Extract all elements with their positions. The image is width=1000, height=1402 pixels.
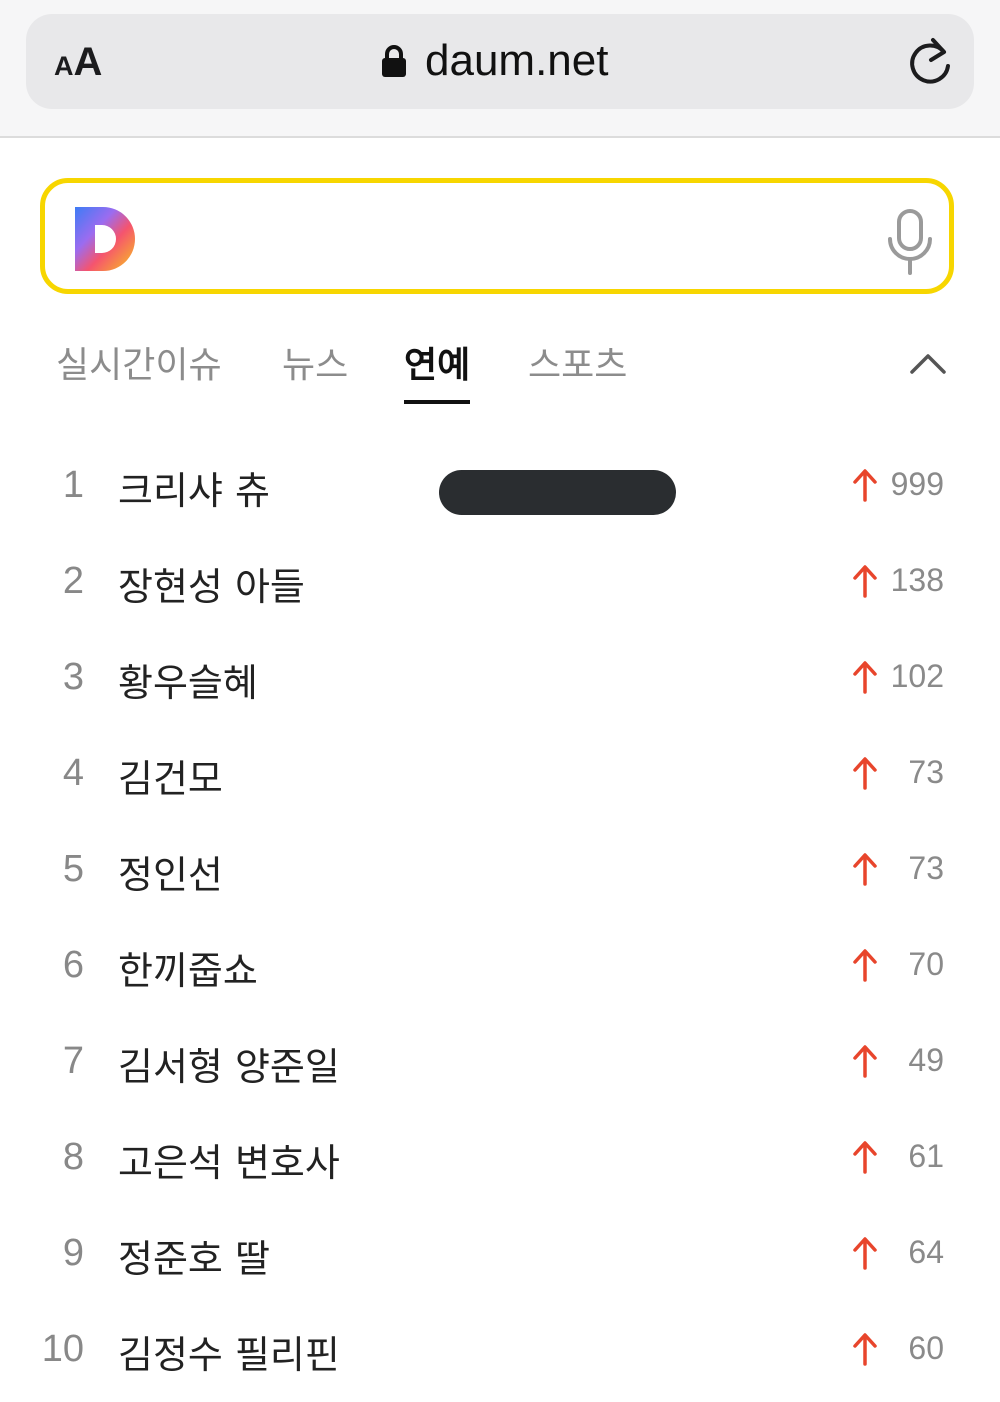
arrow-up-icon xyxy=(853,469,877,502)
arrow-up-icon xyxy=(853,1141,877,1174)
rank-number: 1 xyxy=(62,464,84,506)
text-size-small-label: A xyxy=(54,51,74,81)
url-display[interactable]: daum.net xyxy=(381,36,608,86)
rank-number: 10 xyxy=(41,1328,84,1370)
microphone-icon[interactable] xyxy=(885,209,935,275)
tab-news[interactable]: 뉴스 xyxy=(282,336,348,388)
arrow-up-icon xyxy=(853,661,877,694)
arrow-up-icon xyxy=(853,853,877,886)
rank-number: 9 xyxy=(62,1232,84,1274)
redaction-mark xyxy=(439,470,676,515)
rank-change-count: 102 xyxy=(890,658,944,694)
rank-change-count: 70 xyxy=(908,946,944,982)
tab-sports[interactable]: 스포츠 xyxy=(528,336,627,388)
list-item[interactable]: 3 황우슬혜 102 xyxy=(0,632,1000,728)
keyword-link[interactable]: 고은석 변호사 xyxy=(118,1132,340,1187)
list-item[interactable]: 6 한끼줍쇼 70 xyxy=(0,920,1000,1016)
address-bar[interactable]: AA daum.net xyxy=(26,14,974,109)
rank-number: 7 xyxy=(62,1040,84,1082)
arrow-up-icon xyxy=(853,1045,877,1078)
search-box[interactable] xyxy=(40,178,954,294)
rank-change-count: 999 xyxy=(890,466,944,502)
keyword-link[interactable]: 크리샤 츄 xyxy=(118,460,270,515)
tab-label: 뉴스 xyxy=(282,345,349,386)
keyword-link[interactable]: 김정수 필리핀 xyxy=(118,1324,340,1379)
keyword-link[interactable]: 정준호 딸 xyxy=(118,1228,270,1283)
list-item[interactable]: 7 김서형 양준일 49 xyxy=(0,1016,1000,1112)
text-size-button[interactable]: AA xyxy=(54,40,102,85)
active-tab-indicator xyxy=(404,400,471,404)
daum-logo[interactable] xyxy=(73,205,139,273)
tab-label: 실시간이슈 xyxy=(56,345,222,386)
keyword-link[interactable]: 정인선 xyxy=(118,844,223,899)
rank-change-count: 61 xyxy=(908,1138,944,1174)
arrow-up-icon xyxy=(853,757,877,790)
lock-icon xyxy=(382,45,406,77)
rank-number: 8 xyxy=(62,1136,84,1178)
list-item[interactable]: 9 정준호 딸 64 xyxy=(0,1208,1000,1304)
list-item[interactable]: 5 정인선 73 xyxy=(0,824,1000,920)
tab-label: 스포츠 xyxy=(528,345,628,386)
rank-change-count: 64 xyxy=(908,1234,944,1270)
rank-number: 4 xyxy=(62,752,84,794)
rank-change-count: 60 xyxy=(908,1330,944,1366)
list-item[interactable]: 10 김정수 필리핀 60 xyxy=(0,1304,1000,1400)
tab-entertainment[interactable]: 연예 xyxy=(404,336,471,404)
list-item[interactable]: 8 고은석 변호사 61 xyxy=(0,1112,1000,1208)
arrow-up-icon xyxy=(853,1237,877,1270)
list-item[interactable]: 2 장현성 아들 138 xyxy=(0,536,1000,632)
rank-change-count: 138 xyxy=(890,562,944,598)
url-text: daum.net xyxy=(425,36,609,85)
text-size-big-label: A xyxy=(73,40,103,84)
browser-toolbar: AA daum.net xyxy=(0,0,1000,138)
rank-change-count: 73 xyxy=(908,850,944,886)
keyword-link[interactable]: 김건모 xyxy=(118,748,223,803)
rank-number: 5 xyxy=(62,848,84,890)
rank-number: 3 xyxy=(62,656,84,698)
rank-number: 6 xyxy=(62,944,84,986)
arrow-up-icon xyxy=(853,1333,877,1366)
reload-icon[interactable] xyxy=(904,36,956,88)
list-item[interactable]: 4 김건모 73 xyxy=(0,728,1000,824)
rank-number: 2 xyxy=(62,560,84,602)
keyword-link[interactable]: 김서형 양준일 xyxy=(118,1036,340,1091)
chevron-up-icon[interactable] xyxy=(908,348,948,378)
rank-change-count: 73 xyxy=(908,754,944,790)
arrow-up-icon xyxy=(853,565,877,598)
keyword-link[interactable]: 장현성 아들 xyxy=(118,556,305,611)
rank-change-count: 49 xyxy=(908,1042,944,1078)
keyword-link[interactable]: 한끼줍쇼 xyxy=(118,940,258,995)
keyword-link[interactable]: 황우슬혜 xyxy=(118,652,258,707)
arrow-up-icon xyxy=(853,949,877,982)
tab-label: 연예 xyxy=(404,345,471,386)
tab-realtime-issue[interactable]: 실시간이슈 xyxy=(56,336,222,388)
